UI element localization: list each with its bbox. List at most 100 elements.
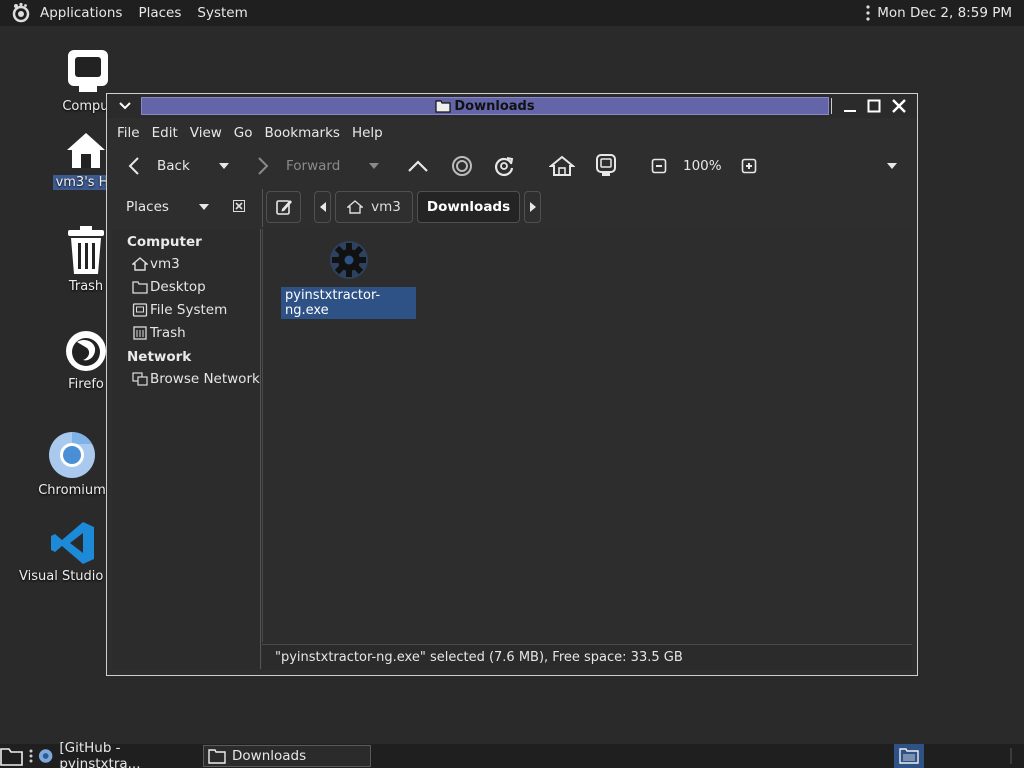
gnome-foot-icon[interactable] [10, 2, 32, 24]
sidebar-item-label: Trash [150, 325, 186, 341]
forward-history-dropdown[interactable] [369, 150, 379, 182]
breadcrumb-label: vm3 [371, 199, 401, 215]
sidebar-item-vm3[interactable]: vm3 [132, 254, 180, 274]
workspace-icon [899, 748, 919, 764]
breadcrumb-scroll-left[interactable] [314, 191, 331, 223]
menu-edit[interactable]: Edit [146, 125, 184, 141]
caret-right-icon [529, 202, 536, 212]
status-text: "pyinstxtractor-ng.exe" selected (7.6 MB… [275, 650, 683, 665]
desktop-icon-label: Chromium [38, 483, 106, 498]
applications-menu[interactable]: Applications [32, 0, 130, 26]
kebab-menu-icon[interactable] [865, 4, 871, 22]
sidebar-item-file-system[interactable]: File System [132, 300, 227, 320]
vscode-icon [51, 522, 94, 564]
home-icon [549, 155, 575, 176]
folder-icon [132, 281, 148, 294]
minimize-button[interactable] [840, 96, 860, 116]
zoom-level[interactable]: 100% [683, 150, 722, 182]
back-button[interactable]: Back [127, 150, 190, 182]
drive-icon [132, 303, 148, 317]
home-icon [67, 133, 105, 168]
zoom-in-icon [741, 158, 757, 174]
trash-icon [68, 226, 104, 274]
zoom-out-button[interactable] [651, 150, 667, 182]
breadcrumb-downloads[interactable]: Downloads [417, 191, 520, 223]
file-view[interactable]: pyinstxtractor-ng.exe [262, 229, 912, 642]
sidebar-item-label: Browse Network [150, 371, 260, 387]
breadcrumb-vm3[interactable]: vm3 [335, 191, 413, 223]
window-menu-button[interactable] [115, 96, 135, 116]
reload-button[interactable] [493, 150, 515, 182]
breadcrumb-scroll-right[interactable] [524, 191, 541, 223]
caret-left-icon [319, 202, 326, 212]
breadcrumb-label: Downloads [426, 199, 511, 215]
stop-button[interactable] [451, 150, 473, 182]
sidebar-item-browse-network[interactable]: Browse Network [132, 369, 260, 389]
desktop-icon-label: Firefo [68, 377, 104, 392]
zoom-out-icon [651, 158, 667, 174]
menu-help[interactable]: Help [346, 125, 389, 141]
maximize-icon [867, 99, 881, 113]
computer-button[interactable] [595, 150, 617, 182]
network-icon [132, 372, 148, 386]
home-icon [347, 200, 364, 214]
show-desktop-icon[interactable] [0, 746, 24, 766]
caret-down-icon [219, 163, 229, 169]
status-bar: "pyinstxtractor-ng.exe" selected (7.6 MB… [262, 644, 912, 670]
title-divider [831, 98, 832, 114]
sidebar-item-label: File System [150, 302, 228, 318]
maximize-button[interactable] [864, 96, 884, 116]
taskbar-edge [1010, 748, 1012, 764]
menu-go[interactable]: Go [228, 125, 259, 141]
caret-down-icon [369, 163, 379, 169]
sidebar-item-desktop[interactable]: Desktop [132, 277, 206, 297]
task-chromium-window[interactable]: [GitHub - pyinstxtra... [38, 740, 200, 768]
minimize-icon [844, 110, 856, 112]
task-label: [GitHub - pyinstxtra... [59, 740, 141, 768]
sidebar-item-label: Desktop [150, 279, 206, 295]
chromium-icon [49, 432, 95, 478]
menu-file[interactable]: File [111, 125, 146, 141]
back-arrow-icon [128, 157, 139, 175]
caret-down-icon[interactable] [199, 204, 209, 210]
chromium-icon [38, 749, 53, 763]
forward-label: Forward [286, 158, 341, 174]
edit-icon [275, 200, 292, 215]
folder-icon [435, 100, 451, 113]
toolbar: Back Forward 100% [111, 150, 911, 182]
reload-icon [494, 157, 514, 177]
home-button[interactable] [549, 150, 575, 182]
desktop-icon-label: Trash [68, 279, 104, 294]
desktop-icon-chromium[interactable]: Chromium [27, 430, 117, 498]
system-menu[interactable]: System [189, 0, 255, 26]
clock[interactable]: Mon Dec 2, 8:59 PM [877, 5, 1012, 21]
menu-bookmarks[interactable]: Bookmarks [259, 125, 346, 141]
toolbar-overflow-button[interactable] [887, 150, 897, 182]
places-menu[interactable]: Places [130, 0, 189, 26]
close-button[interactable] [889, 96, 909, 116]
sidebar-mode-label[interactable]: Places [126, 199, 169, 215]
workspace-switcher[interactable] [894, 744, 924, 768]
sidebar-heading-network: Network [127, 349, 192, 365]
file-item[interactable]: pyinstxtractor-ng.exe [281, 239, 416, 319]
close-sidebar-icon[interactable] [233, 200, 245, 212]
forward-button[interactable]: Forward [256, 150, 340, 182]
up-button[interactable] [407, 150, 429, 182]
back-history-dropdown[interactable] [219, 150, 229, 182]
folder-icon [208, 749, 226, 764]
places-sidebar: Computer vm3 Desktop File System Trash N… [112, 229, 261, 669]
menu-view[interactable]: View [184, 125, 228, 141]
zoom-in-button[interactable] [741, 150, 757, 182]
forward-arrow-icon [258, 157, 269, 175]
toggle-location-entry-button[interactable] [266, 191, 301, 223]
title-bar-fill: Downloads [141, 97, 829, 115]
titlebar[interactable]: Downloads [107, 94, 917, 118]
task-downloads-window[interactable]: Downloads [203, 745, 371, 767]
location-bar-row: Places vm3 Downloads [111, 189, 913, 227]
sidebar-heading-computer: Computer [127, 234, 202, 250]
window-list-handle-icon[interactable] [28, 748, 34, 764]
caret-down-icon [887, 163, 897, 169]
task-label: Downloads [232, 748, 307, 764]
gear-icon [329, 241, 368, 279]
sidebar-item-trash[interactable]: Trash [132, 323, 186, 343]
